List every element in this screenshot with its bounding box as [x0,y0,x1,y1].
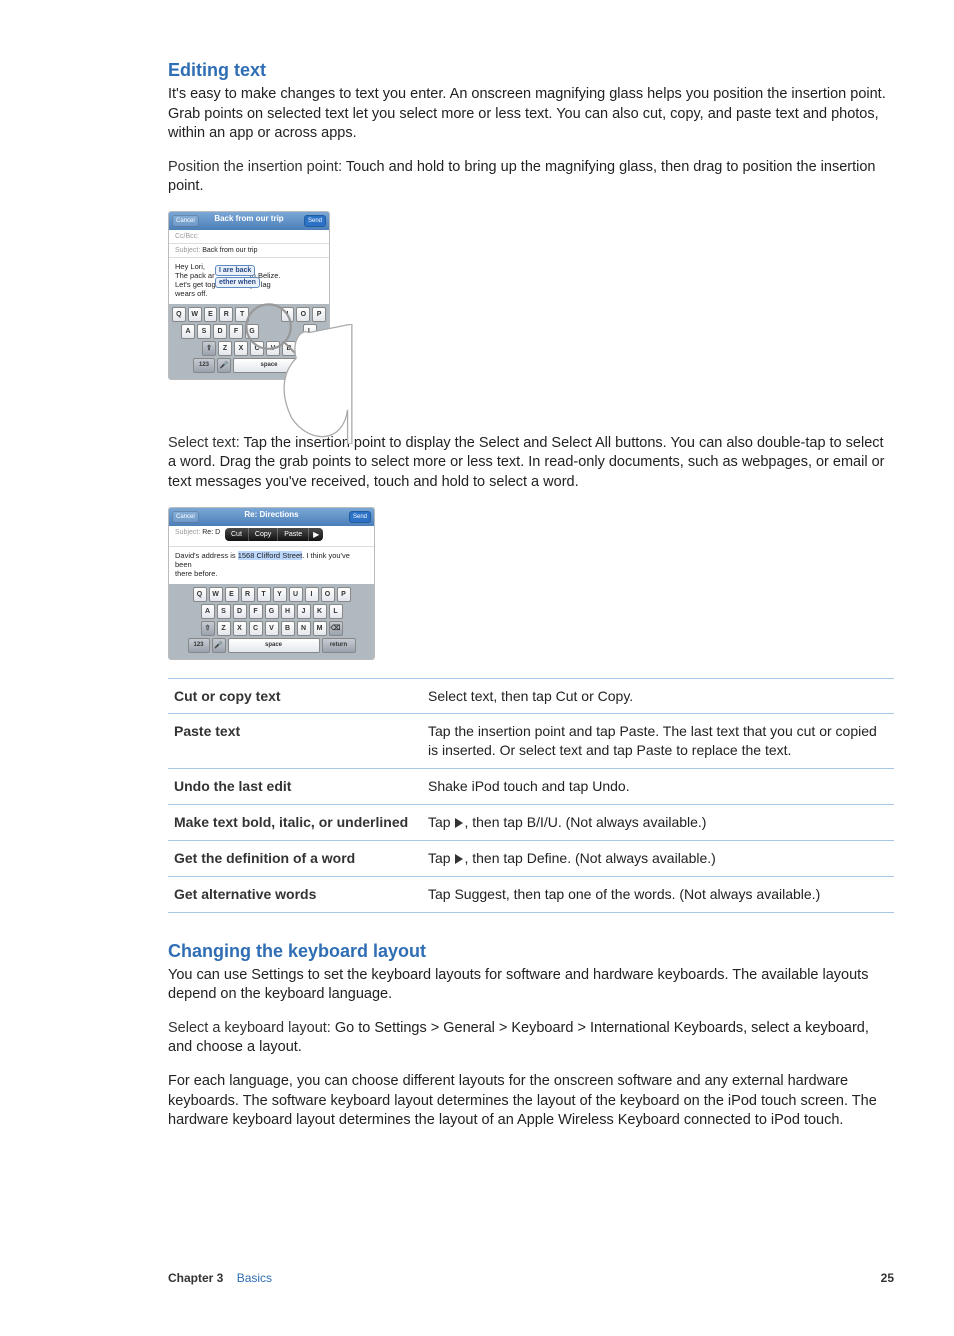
table-row: Paste text Tap the insertion point and t… [168,714,894,769]
heading-changing-keyboard: Changing the keyboard layout [168,941,894,962]
row-label: Make text bold, italic, or underlined [168,805,422,841]
magnifier-bubble-top: I are back [215,265,255,276]
heading-editing-text: Editing text [168,60,894,81]
compose-title: Re: Directions [169,510,374,519]
row-value: Select text, then tap Cut or Copy. [422,678,894,714]
row-label: Cut or copy text [168,678,422,714]
position-instruction: Position the insertion point: Touch and … [168,158,894,197]
shift-key: ⇧ [202,341,216,356]
select-label: Select text: [168,435,240,451]
layout-detail: For each language, you can choose differ… [168,1072,894,1131]
row-label: Paste text [168,714,422,769]
footer-title: Basics [237,1271,272,1285]
figure-select-text: Cancel Re: Directions Send Subject: Re: … [168,507,894,660]
table-row: Get the definition of a word Tap , then … [168,840,894,876]
row-value: Shake iPod touch and tap Undo. [422,769,894,805]
arrow-right-icon [455,854,463,864]
row-label: Get alternative words [168,876,422,912]
footer-chapter: Chapter 3 [168,1271,223,1285]
arrow-right-icon [455,818,463,828]
keyboard: QWERTYUIOP ASDFGHJKL ⇧ ZXCVBNM ⌫ 123 🎤 s… [169,584,374,659]
position-label: Position the insertion point: [168,159,342,175]
message-body: David's address is 1568 Clifford Street.… [169,547,374,584]
copy-item: Copy [249,528,278,541]
backspace-key: ⌫ [329,621,343,636]
footer-page: 25 [881,1271,894,1285]
figure-magnifier: Cancel Back from our trip Send Cc/Bcc: S… [168,211,894,416]
subject-field: Subject: Back from our trip [169,244,329,258]
page-footer: Chapter 3 Basics 25 [168,1271,894,1285]
paste-item: Paste [278,528,309,541]
intro-paragraph: It's easy to make changes to text you en… [168,85,894,144]
row-value: Tap the insertion point and tap Paste. T… [422,714,894,769]
message-body: Hey Lori, The pack arXXXXXXXm Belize. Le… [169,258,329,304]
keyboard-intro: You can use Settings to set the keyboard… [168,966,894,1005]
send-button: Send [304,215,326,227]
select-layout-instruction: Select a keyboard layout: Go to Settings… [168,1019,894,1058]
cut-item: Cut [225,528,249,541]
ccbcc-field: Cc/Bcc: [169,230,329,244]
send-button: Send [349,511,371,523]
operations-table: Cut or copy text Select text, then tap C… [168,678,894,913]
hand-icon [264,324,354,444]
row-label: Undo the last edit [168,769,422,805]
row-value: Tap Suggest, then tap one of the words. … [422,876,894,912]
table-row: Undo the last edit Shake iPod touch and … [168,769,894,805]
shift-key: ⇧ [201,621,215,636]
row-value: Tap , then tap Define. (Not always avail… [422,840,894,876]
selected-text: 1568 Clifford Street [238,551,302,560]
select-layout-label: Select a keyboard layout: [168,1020,331,1036]
magnifier-bubble-bottom: ether when [215,277,260,288]
arrow-right-icon: ▶ [309,528,323,541]
table-row: Get alternative words Tap Suggest, then … [168,876,894,912]
subject-field: Subject: Re: D Cut Copy Paste ▶ [169,526,374,547]
table-row: Cut or copy text Select text, then tap C… [168,678,894,714]
row-label: Get the definition of a word [168,840,422,876]
mic-key: 🎤 [212,638,226,653]
mic-key: 🎤 [217,358,231,373]
edit-popup: Cut Copy Paste ▶ [225,528,323,541]
row-value: Tap , then tap B/I/U. (Not always availa… [422,805,894,841]
table-row: Make text bold, italic, or underlined Ta… [168,805,894,841]
